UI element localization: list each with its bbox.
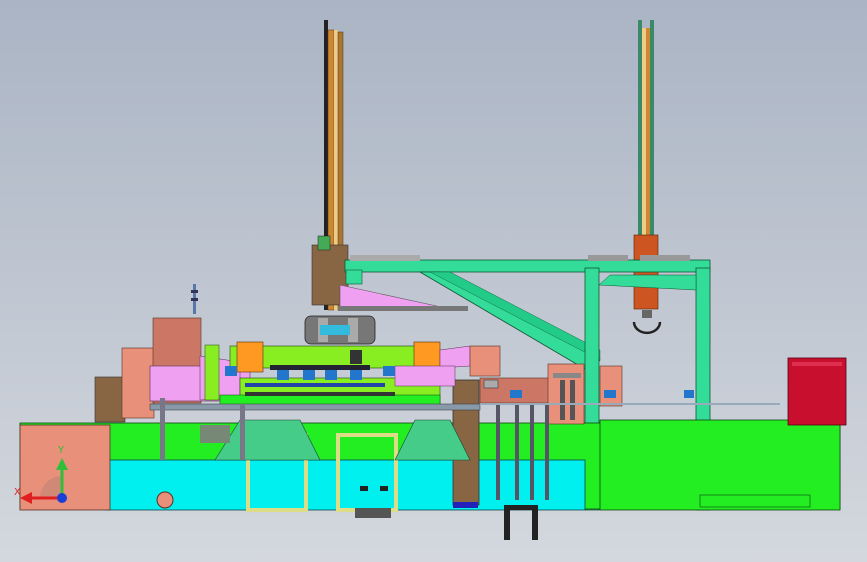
- y-axis-label: Y: [57, 445, 65, 456]
- machine-drawing: Y X: [0, 0, 867, 562]
- control-cabinet: [787, 357, 847, 426]
- x-axis-label: X: [14, 487, 21, 498]
- cad-viewport[interactable]: Y X: [0, 0, 867, 562]
